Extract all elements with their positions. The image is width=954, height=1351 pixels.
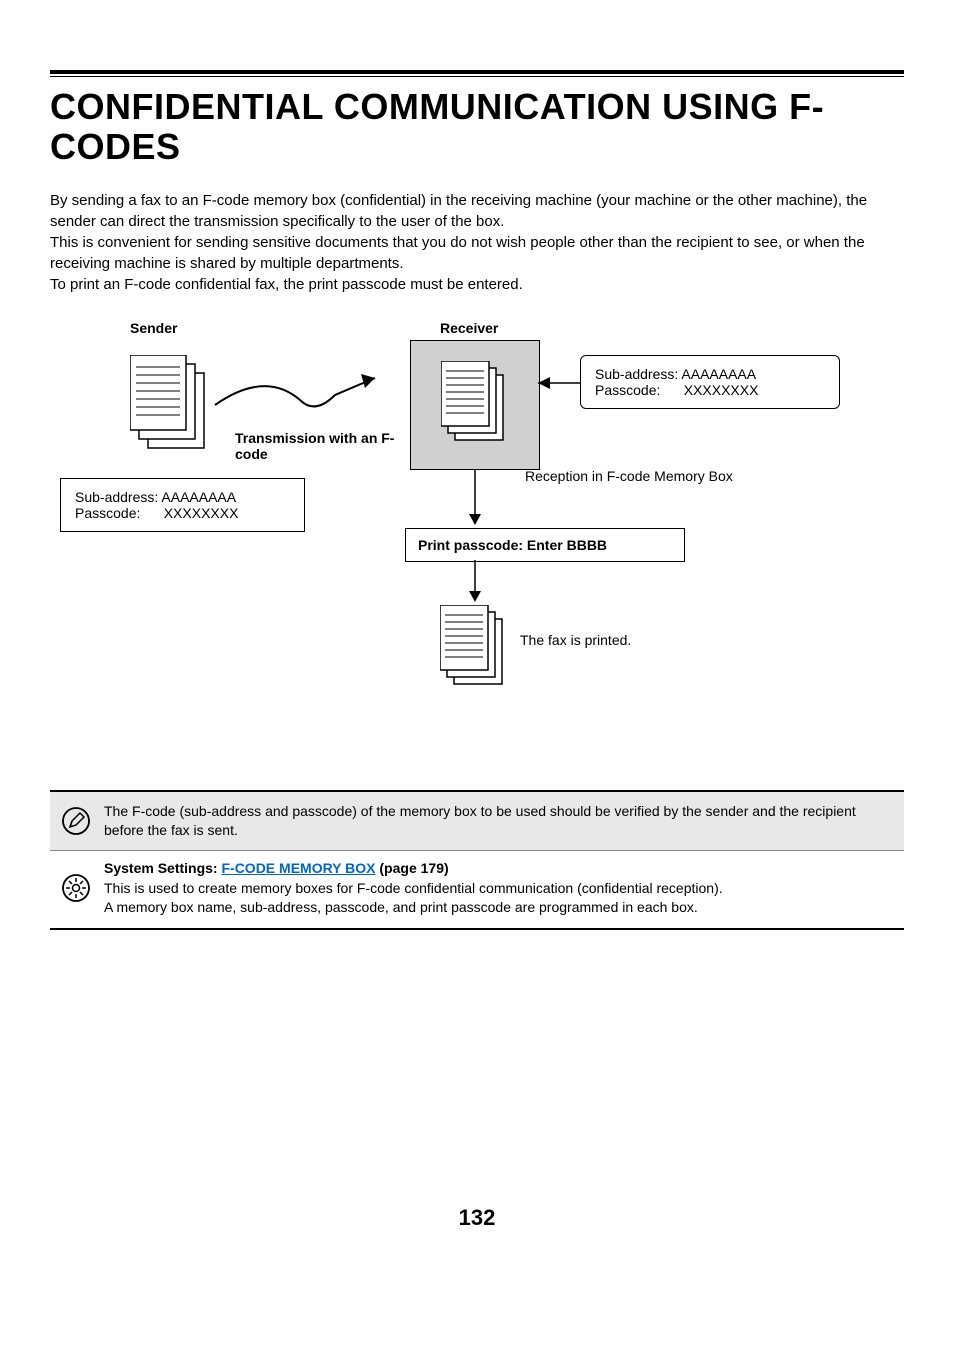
- intro-text: By sending a fax to an F-code memory box…: [50, 190, 904, 295]
- settings-suffix: (page 179): [376, 860, 449, 876]
- receiver-credentials-box: Sub-address: AAAAAAAA Passcode: XXXXXXXX: [580, 355, 840, 409]
- settings-block: System Settings: F-CODE MEMORY BOX (page…: [50, 851, 904, 930]
- printed-label: The fax is printed.: [520, 632, 631, 648]
- sender-label: Sender: [130, 320, 177, 336]
- sender-credentials-box: Sub-address: AAAAAAAA Passcode: XXXXXXXX: [60, 478, 305, 532]
- transmission-arrow-icon: [205, 360, 405, 430]
- sender-passcode: Passcode: XXXXXXXX: [75, 505, 290, 521]
- fcode-memory-box-link[interactable]: F-CODE MEMORY BOX: [221, 860, 375, 876]
- gear-icon: [58, 859, 94, 918]
- intro-p3: To print an F-code confidential fax, the…: [50, 274, 904, 295]
- document-icon: [440, 605, 510, 693]
- document-icon: [130, 355, 212, 455]
- sender-subaddress: Sub-address: AAAAAAAA: [75, 489, 290, 505]
- receiver-memory-box: [410, 340, 540, 470]
- settings-line2: A memory box name, sub-address, passcode…: [104, 898, 723, 918]
- passcode-prompt-box: Print passcode: Enter BBBB: [405, 528, 685, 562]
- arrow-down-icon: [465, 560, 485, 605]
- page-title: CONFIDENTIAL COMMUNICATION USING F-CODES: [50, 87, 904, 166]
- document-icon: [441, 361, 511, 449]
- receiver-passcode: Passcode: XXXXXXXX: [595, 382, 825, 398]
- note-text: The F-code (sub-address and passcode) of…: [94, 802, 896, 840]
- intro-p1: By sending a fax to an F-code memory box…: [50, 190, 904, 232]
- fcode-diagram: Sender Receiver Transmission with an F-c…: [50, 320, 900, 700]
- settings-line1: This is used to create memory boxes for …: [104, 879, 723, 899]
- receiver-subaddress: Sub-address: AAAAAAAA: [595, 366, 825, 382]
- reception-label: Reception in F-code Memory Box: [525, 468, 733, 484]
- connector-line-icon: [538, 375, 588, 405]
- transmission-label: Transmission with an F-code: [235, 430, 395, 462]
- settings-text: System Settings: F-CODE MEMORY BOX (page…: [94, 859, 723, 918]
- receiver-label: Receiver: [440, 320, 498, 336]
- intro-p2: This is convenient for sending sensitive…: [50, 232, 904, 274]
- page-number: 132: [0, 1205, 954, 1231]
- settings-prefix: System Settings:: [104, 860, 221, 876]
- pencil-icon: [58, 802, 94, 840]
- arrow-down-icon: [465, 470, 485, 528]
- rule-thick: [50, 70, 904, 74]
- note-block: The F-code (sub-address and passcode) of…: [50, 790, 904, 851]
- rule-thin: [50, 76, 904, 77]
